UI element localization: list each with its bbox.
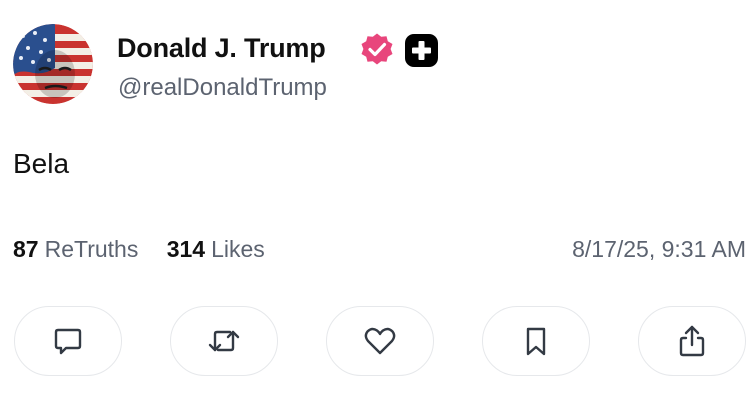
like-button[interactable] — [326, 306, 434, 376]
retruths-stat[interactable]: 87 ReTruths — [13, 233, 138, 265]
user-handle[interactable]: @realDonaldTrump — [118, 72, 327, 104]
retruths-label: ReTruths — [44, 236, 139, 262]
post-card: Donald J. Trump @realDonaldTrump Bela 87… — [0, 0, 750, 411]
bookmark-button[interactable] — [482, 306, 590, 376]
likes-stat[interactable]: 314 Likes — [167, 233, 265, 265]
share-button[interactable] — [638, 306, 746, 376]
likes-label: Likes — [211, 236, 265, 262]
truth-plus-badge-icon — [405, 34, 438, 67]
post-text: Bela — [13, 148, 70, 179]
avatar-image — [13, 24, 93, 104]
display-name[interactable]: Donald J. Trump — [117, 30, 326, 66]
verified-badge-icon — [361, 33, 393, 65]
heart-icon — [364, 327, 396, 355]
comment-icon — [54, 328, 82, 355]
retruth-button[interactable] — [170, 306, 278, 376]
repost-icon — [208, 330, 240, 352]
share-icon — [679, 325, 705, 357]
reply-button[interactable] — [14, 306, 122, 376]
post-stats: 87 ReTruths 314 Likes — [13, 233, 265, 265]
likes-count: 314 — [166, 236, 206, 262]
avatar[interactable] — [13, 24, 93, 104]
post-timestamp: 8/17/25, 9:31 AM — [572, 236, 746, 262]
retruths-count: 87 — [13, 236, 39, 262]
bookmark-icon — [526, 327, 546, 356]
